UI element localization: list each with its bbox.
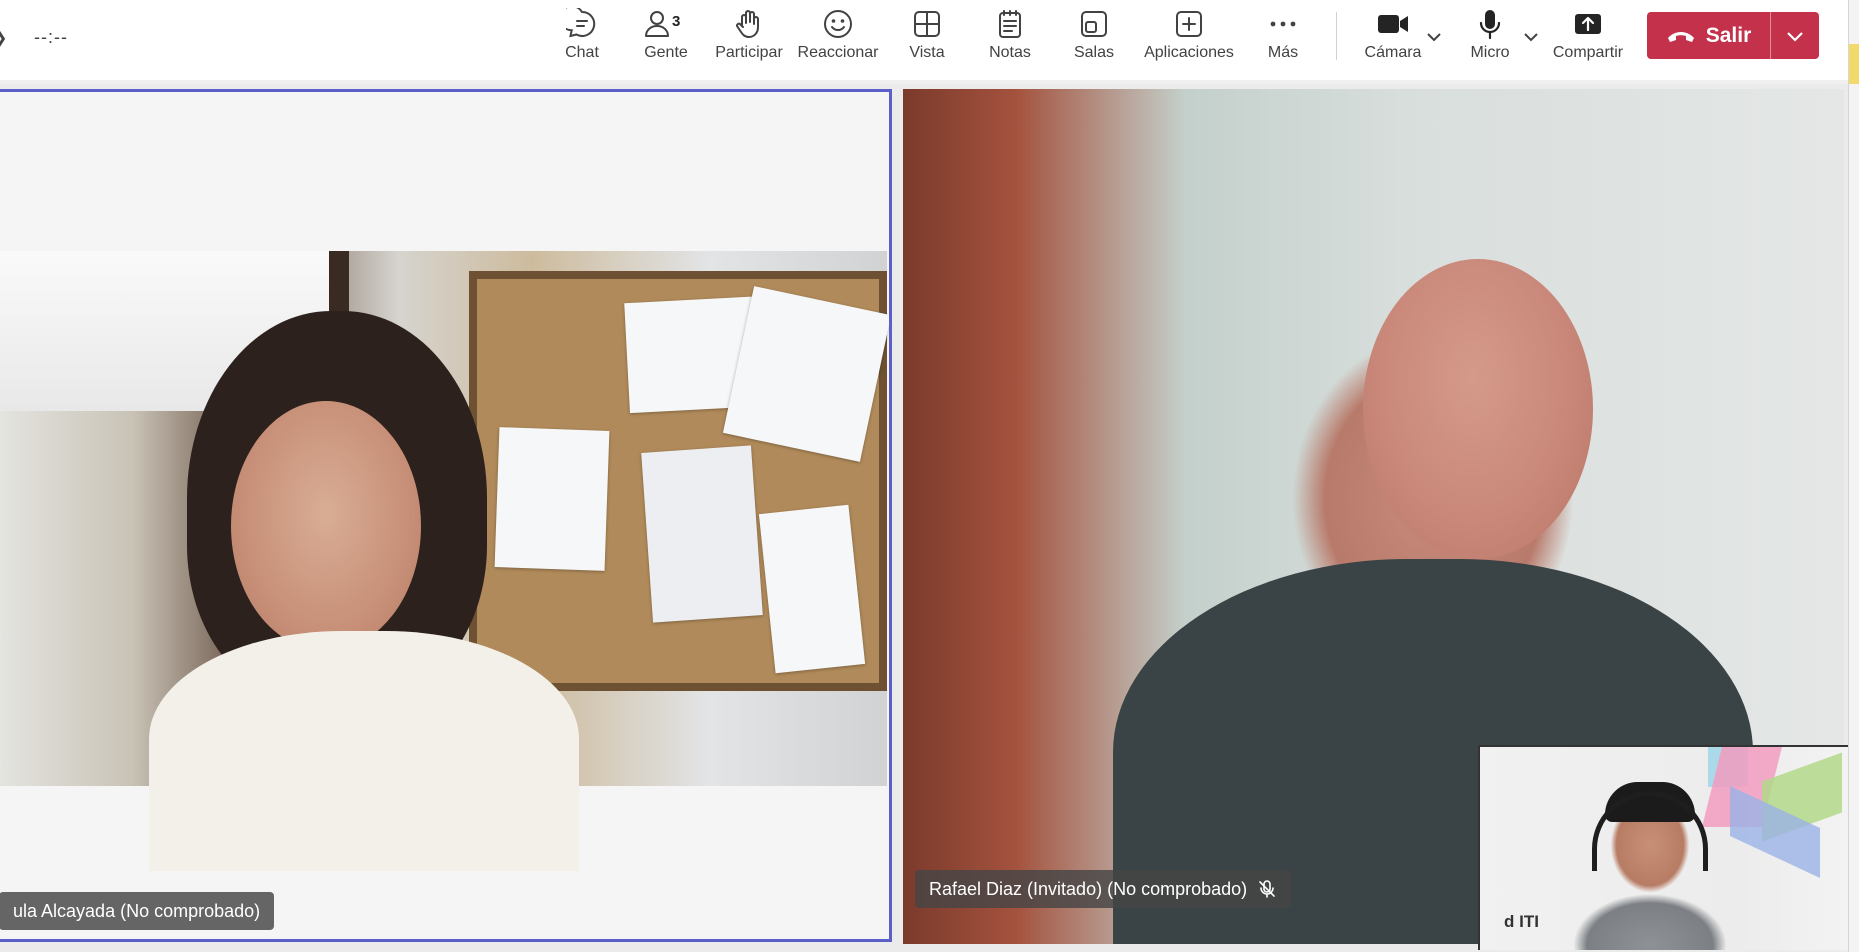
people-icon: 3	[638, 6, 694, 42]
people-label: Gente	[644, 44, 688, 61]
toolbar-underline	[0, 80, 1859, 84]
meeting-timer: --:--	[34, 27, 68, 47]
more-button[interactable]: Más	[1264, 6, 1302, 72]
participant-name-left-text: ula Alcayada (No comprobado)	[13, 900, 261, 921]
meeting-toolbar: ❯ --:-- Chat 3 Gente Participar Reaccion…	[0, 0, 1859, 81]
share-label: Compartir	[1552, 44, 1624, 61]
leave-label: Salir	[1705, 23, 1752, 47]
right-edge-highlight	[1849, 44, 1859, 84]
add-apps-icon	[1173, 6, 1205, 42]
microphone-button[interactable]: Micro	[1465, 6, 1515, 72]
microphone-options-chevron-down-icon[interactable]	[1522, 28, 1540, 51]
face-shape-right	[1363, 259, 1593, 559]
participant-name-right: Rafael Diaz (Invitado) (No comprobado)	[915, 870, 1292, 908]
toolbar-divider	[1336, 12, 1337, 60]
microphone-label: Micro	[1470, 44, 1510, 61]
grid-view-icon	[911, 6, 943, 42]
breakout-rooms-label: Salas	[1073, 44, 1115, 61]
raise-hand-label: Participar	[715, 44, 783, 61]
view-label: Vista	[909, 44, 945, 61]
raise-hand-button[interactable]: Participar	[713, 6, 785, 72]
breakout-rooms-icon	[1078, 6, 1110, 42]
chat-button[interactable]: Chat	[558, 6, 606, 72]
share-button[interactable]: Compartir	[1550, 6, 1626, 72]
participant-name-left: ula Alcayada (No comprobado)	[0, 892, 275, 930]
camera-label: Cámara	[1364, 44, 1422, 61]
react-label: Reaccionar	[797, 44, 879, 61]
apps-button[interactable]: Aplicaciones	[1141, 6, 1237, 72]
camera-button[interactable]: Cámara	[1362, 6, 1424, 72]
share-screen-icon	[1572, 6, 1604, 42]
self-view-video[interactable]: ITI b	[1478, 745, 1848, 950]
muted-microphone-icon	[1259, 880, 1275, 898]
cork-board-background	[469, 271, 889, 691]
face-shape	[231, 401, 421, 651]
microphone-icon	[1474, 6, 1506, 42]
right-edge-panel	[1848, 0, 1859, 952]
camera-icon	[1376, 6, 1410, 42]
sweater-shape	[149, 631, 579, 871]
participant-video-left	[0, 251, 889, 871]
participant-tile-left[interactable]: ula Alcayada (No comprobado)	[0, 89, 892, 942]
view-button[interactable]: Vista	[902, 6, 952, 72]
more-label: Más	[1267, 44, 1299, 61]
back-icon[interactable]: ❯	[0, 28, 7, 48]
more-icon	[1267, 6, 1299, 42]
leave-button-group: Salir	[1647, 12, 1819, 59]
apps-label: Aplicaciones	[1144, 44, 1234, 61]
react-button[interactable]: Reaccionar	[797, 6, 879, 72]
notes-button[interactable]: Notas	[985, 6, 1035, 72]
notes-icon	[994, 6, 1026, 42]
hang-up-icon	[1667, 31, 1694, 42]
background-logo: ITI b	[1504, 912, 1539, 931]
leave-options-chevron-down-icon[interactable]	[1771, 12, 1819, 59]
raise-hand-icon	[733, 6, 765, 42]
breakout-rooms-button[interactable]: Salas	[1072, 6, 1116, 72]
chat-icon	[566, 6, 598, 42]
people-count-badge: 3	[672, 13, 681, 30]
participant-name-right-text: Rafael Diaz (Invitado) (No comprobado)	[929, 878, 1248, 899]
chat-label: Chat	[565, 44, 599, 61]
camera-options-chevron-down-icon[interactable]	[1425, 28, 1443, 51]
leave-button[interactable]: Salir	[1647, 12, 1770, 59]
people-button[interactable]: 3 Gente	[638, 6, 694, 72]
notes-label: Notas	[989, 44, 1031, 61]
smiley-icon	[822, 6, 854, 42]
